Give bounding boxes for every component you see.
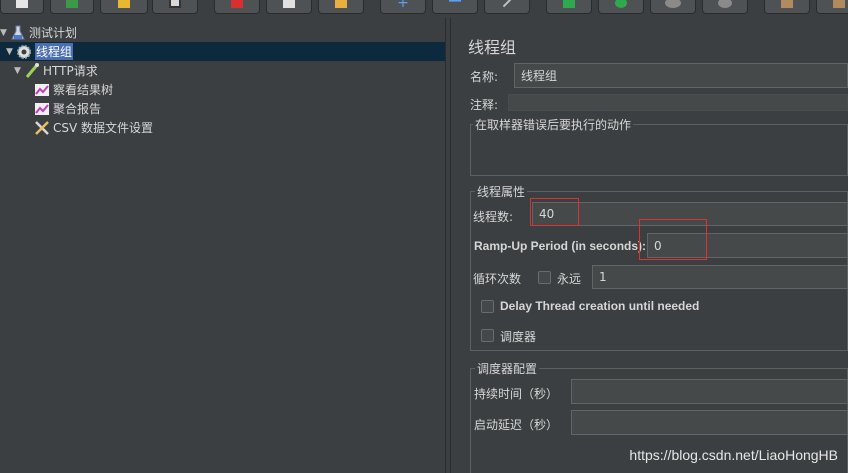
tree-item-label: 聚合报告 xyxy=(53,102,102,116)
tree-item-label: HTTP请求 xyxy=(43,64,98,78)
delay-thread-checkbox[interactable] xyxy=(481,300,494,313)
templates-icon[interactable] xyxy=(50,0,94,14)
loop-count-value: 1 xyxy=(599,270,607,284)
threads-label: 线程数: xyxy=(473,210,514,224)
toolbar: + xyxy=(0,0,848,18)
tree-item-test-plan[interactable]: ▼ 测试计划 xyxy=(0,23,77,42)
name-value: 线程组 xyxy=(521,69,558,83)
expand-arrow-icon[interactable]: ▼ xyxy=(0,28,10,38)
comment-label: 注释: xyxy=(470,98,499,112)
tree-item-thread-group[interactable]: ▼ 线程组 xyxy=(6,42,74,61)
tree-item-aggregate-report[interactable]: 聚合报告 xyxy=(34,99,101,118)
comment-field[interactable] xyxy=(508,94,848,111)
group-title: 线程属性 xyxy=(475,183,528,200)
clear-icon[interactable] xyxy=(764,0,810,14)
expand-arrow-icon[interactable]: ▼ xyxy=(6,47,16,57)
name-field[interactable]: 线程组 xyxy=(514,63,848,88)
collapse-icon[interactable] xyxy=(432,0,478,14)
toggle-icon[interactable] xyxy=(484,0,530,14)
tree-item-csv-data-set[interactable]: CSV 数据文件设置 xyxy=(34,118,153,137)
scheduler-checkbox[interactable] xyxy=(481,329,494,342)
expand-icon[interactable]: + xyxy=(380,0,426,14)
test-plan-tree: ▼ 测试计划 ▼ 线程组 ▼ HTTP请求 察看结果树 聚合报告 CSV 数据文… xyxy=(0,18,445,473)
sampler-error-action-group: 在取样器错误后要执行的动作 xyxy=(470,116,848,176)
config-tools-icon xyxy=(34,120,50,136)
tree-item-label: 测试计划 xyxy=(29,26,78,40)
split-pane-divider[interactable] xyxy=(445,18,459,473)
loop-count-input[interactable]: 1 xyxy=(592,265,848,289)
tree-item-label: 线程组 xyxy=(35,43,74,60)
rampup-label: Ramp-Up Period (in seconds): xyxy=(474,239,647,253)
watermark: https://blog.csdn.net/LiaoHongHB xyxy=(629,447,838,463)
forever-label: 永远 xyxy=(557,272,582,286)
thread-group-gear-icon xyxy=(16,44,32,60)
highlight-box xyxy=(639,219,707,260)
page-title: 线程组 xyxy=(468,38,517,57)
thread-group-panel: 线程组 名称: 线程组 注释: 在取样器错误后要执行的动作 线程属性 线程数: … xyxy=(459,18,848,473)
start-no-pause-icon[interactable] xyxy=(598,0,644,14)
listener-icon xyxy=(34,82,50,98)
startup-delay-input[interactable] xyxy=(571,410,848,435)
start-icon[interactable] xyxy=(546,0,592,14)
startup-delay-label: 启动延迟（秒） xyxy=(474,418,559,432)
group-title: 在取样器错误后要执行的动作 xyxy=(473,116,634,133)
stop-icon[interactable] xyxy=(650,0,696,14)
highlight-box xyxy=(530,198,579,226)
delay-thread-label: Delay Thread creation until needed xyxy=(500,299,700,313)
name-label: 名称: xyxy=(470,70,499,84)
listener-icon xyxy=(34,101,50,117)
tree-item-http-request[interactable]: ▼ HTTP请求 xyxy=(14,61,98,80)
cut-icon[interactable] xyxy=(214,0,260,14)
paste-icon[interactable] xyxy=(318,0,364,14)
new-icon[interactable] xyxy=(0,0,44,14)
tree-item-view-results-tree[interactable]: 察看结果树 xyxy=(34,80,113,99)
group-title: 调度器配置 xyxy=(475,360,540,377)
tree-item-label: CSV 数据文件设置 xyxy=(53,121,154,135)
tree-item-label: 察看结果树 xyxy=(53,83,114,97)
duration-input[interactable] xyxy=(571,379,848,404)
scheduler-label: 调度器 xyxy=(500,330,537,344)
loop-count-label: 循环次数 xyxy=(473,272,522,286)
shutdown-icon[interactable] xyxy=(702,0,748,14)
test-plan-icon xyxy=(10,25,26,41)
duration-label: 持续时间（秒） xyxy=(474,387,559,401)
open-icon[interactable] xyxy=(100,0,148,14)
save-icon[interactable] xyxy=(152,0,198,14)
divider-grip xyxy=(450,18,455,473)
forever-checkbox[interactable] xyxy=(538,271,551,284)
expand-arrow-icon[interactable]: ▼ xyxy=(14,66,24,76)
copy-icon[interactable] xyxy=(266,0,312,14)
http-sampler-icon xyxy=(24,62,40,79)
clear-all-icon[interactable] xyxy=(816,0,848,14)
